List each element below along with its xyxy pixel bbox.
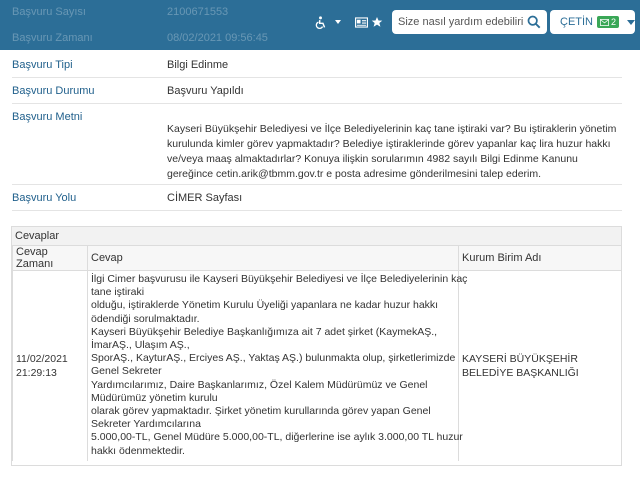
user-name: ÇETİN (560, 16, 593, 28)
detail-row-basvuru-durumu: Başvuru Durumu Başvuru Yapıldı (12, 78, 622, 104)
ghost-label: Başvuru Sayısı (12, 6, 86, 18)
favorites-button[interactable] (370, 11, 384, 33)
badge-count: 2 (611, 17, 617, 27)
user-menu-button[interactable]: ÇETİN 2 (550, 10, 636, 34)
table-header-row: Cevap Zamanı Cevap Kurum Birim Adı (12, 246, 622, 271)
search-input[interactable] (398, 13, 524, 31)
column-header-answer: Cevap (87, 246, 459, 271)
ghost-label: Başvuru Zamanı (12, 32, 93, 44)
detail-row-basvuru-metni: Başvuru Metni Kayseri Büyükşehir Belediy… (12, 104, 622, 185)
answer-line: ödendiği sorulmaktadır. (91, 312, 200, 325)
star-icon (371, 17, 383, 27)
detail-value: Bilgi Edinme (167, 59, 229, 71)
top-bar: Başvuru Sayısı 2100671553 Başvuru Zamanı… (0, 0, 640, 50)
detail-value: CİMER Sayfası (167, 192, 243, 204)
answer-line: Sekreter Yardımcılarına (91, 418, 201, 431)
answer-line: İmarAŞ., Ulaşım AŞ., (91, 339, 190, 352)
answer-line: 5.000,00-TL, Genel Müdüre 5.000,00-TL, d… (91, 431, 463, 444)
answer-line: olduğu, iştiraklerde Yönetim Kurulu Üyel… (91, 299, 439, 312)
answer-line: Yardımcılarımız, Daire Başkanlarımız, Öz… (91, 378, 428, 391)
answer-line: Müdürümüz yönetim kurulu (91, 391, 218, 404)
ghost-value: 08/02/2021 09:56:45 (167, 32, 268, 44)
id-card-button[interactable] (353, 11, 369, 33)
application-text: Kayseri Büyükşehir Belediyesi ve İlçe Be… (167, 123, 617, 180)
response-answer: İlgi Cimer başvurusu ile Kayseri Büyükşe… (87, 269, 468, 461)
detail-value: Başvuru Yapıldı (167, 85, 244, 97)
chevron-down-icon (627, 19, 636, 25)
answer-line: İlgi Cimer başvurusu ile Kayseri Büyükşe… (91, 273, 468, 285)
chevron-down-icon (334, 20, 341, 24)
column-header-unit: Kurum Birim Adı (458, 246, 622, 271)
search-box (392, 10, 547, 34)
answer-line: olarak görev yapmaktadır. Şirket yönetim… (91, 405, 431, 418)
notification-badge[interactable]: 2 (597, 16, 620, 28)
accessibility-button[interactable] (309, 11, 345, 33)
answer-line: Kayseri Büyükşehir Belediye Başkanlığımı… (91, 325, 438, 338)
message-icon (600, 18, 609, 26)
detail-row-basvuru-tipi: Başvuru Tipi Bilgi Edinme (12, 52, 622, 78)
responses-table: Cevap Zamanı Cevap Kurum Birim Adı 11/02… (12, 246, 622, 461)
answer-line: SporAŞ., KayturAŞ., Erciyes AŞ., Yaktaş … (91, 352, 456, 365)
response-time: 11/02/2021 21:29:13 (12, 269, 88, 461)
detail-label: Başvuru Tipi (12, 59, 73, 71)
answer-line: hakkı ödenmektedir. (91, 444, 185, 457)
response-unit: KAYSERİ BÜYÜKŞEHİR BELEDİYE BAŞKANLIĞI (458, 269, 622, 461)
detail-label: Başvuru Yolu (12, 192, 77, 204)
detail-label: Başvuru Durumu (12, 85, 95, 97)
id-card-icon (354, 16, 368, 28)
wheelchair-icon (315, 15, 325, 29)
ghost-value: 2100671553 (167, 6, 229, 18)
table-row: 11/02/2021 21:29:13 İlgi Cimer başvurusu… (12, 269, 622, 461)
responses-title: Cevaplar (12, 227, 621, 246)
answer-line: Genel Sekreter (91, 365, 162, 378)
answer-line: tane iştiraki (91, 286, 145, 299)
detail-label: Başvuru Metni (12, 111, 83, 123)
search-icon[interactable] (527, 15, 541, 29)
column-header-time: Cevap Zamanı (12, 246, 88, 271)
responses-panel: Cevaplar Cevap Zamanı Cevap Kurum Birim … (11, 226, 622, 466)
detail-row-basvuru-yolu: Başvuru Yolu CİMER Sayfası (12, 185, 622, 211)
